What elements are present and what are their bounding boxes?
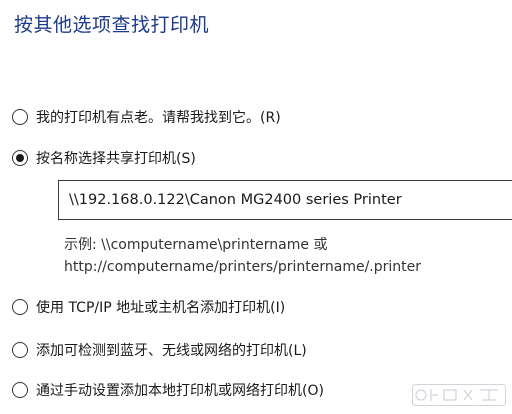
radio-shared-printer-by-name[interactable] [12,150,28,166]
option-bluetooth-wireless-network-label: 添加可检测到蓝牙、无线或网络的打印机(L) [36,343,307,359]
option-manual-local-network[interactable]: 通过手动设置添加本地打印机或网络打印机(O) [12,379,324,401]
option-shared-printer-by-name[interactable]: 按名称选择共享打印机(S) [12,147,196,169]
shared-printer-name-input[interactable] [58,180,512,220]
baidu-watermark-logo [412,384,506,406]
option-tcp-ip[interactable]: 使用 TCP/IP 地址或主机名添加打印机(I) [12,296,285,318]
example-hint-line1: 示例: \\computername\printername 或 [64,237,328,253]
option-old-printer[interactable]: 我的打印机有点老。请帮我找到它。(R) [12,106,281,128]
page-title: 按其他选项查找打印机 [14,14,210,36]
option-old-printer-label: 我的打印机有点老。请帮我找到它。(R) [36,110,281,126]
radio-tcp-ip[interactable] [12,299,28,315]
option-shared-printer-by-name-label: 按名称选择共享打印机(S) [36,151,196,167]
option-tcp-ip-label: 使用 TCP/IP 地址或主机名添加打印机(I) [36,300,286,316]
option-bluetooth-wireless-network[interactable]: 添加可检测到蓝牙、无线或网络的打印机(L) [12,339,307,361]
add-printer-dialog: 按其他选项查找打印机 我的打印机有点老。请帮我找到它。(R) 按名称选择共享打印… [0,0,512,414]
radio-old-printer[interactable] [12,109,28,125]
example-hint: 示例: \\computername\printername 或 http://… [64,234,421,278]
option-manual-local-network-label: 通过手动设置添加本地打印机或网络打印机(O) [36,383,324,399]
radio-bluetooth-wireless-network[interactable] [12,342,28,358]
example-hint-line2: http://computername/printers/printername… [64,259,422,275]
radio-manual-local-network[interactable] [12,382,28,398]
